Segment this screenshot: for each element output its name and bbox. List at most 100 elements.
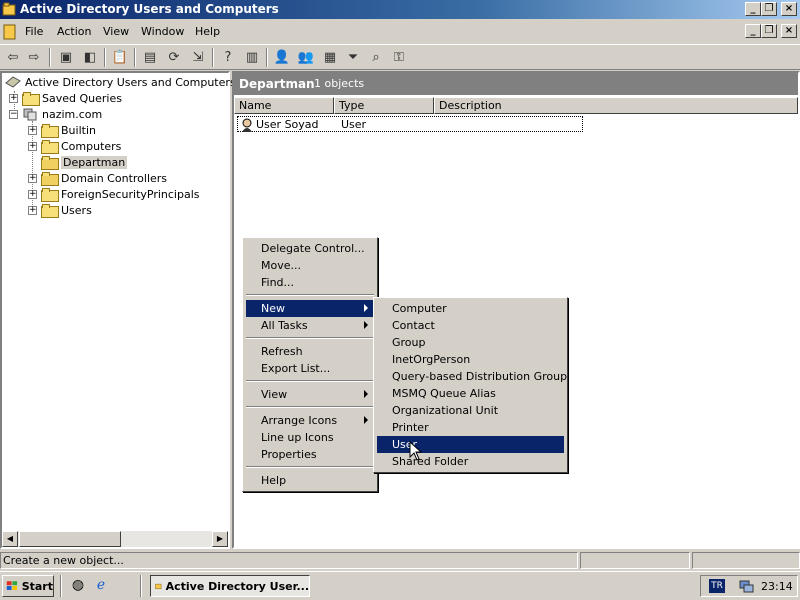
network-icon[interactable] bbox=[738, 578, 754, 594]
menu-file[interactable]: File bbox=[25, 25, 43, 38]
menu-item-delegate-control[interactable]: Delegate Control... bbox=[246, 240, 374, 257]
filter-icon[interactable]: ⏷ bbox=[343, 48, 363, 67]
taskbar-item-active-directory[interactable]: Active Directory User... bbox=[150, 575, 310, 597]
menu-item-properties[interactable]: Properties bbox=[246, 446, 374, 463]
tree-root[interactable]: Active Directory Users and Computers [sr… bbox=[5, 74, 260, 90]
minimize-button[interactable]: _ bbox=[745, 2, 761, 16]
menu-item-line-up-icons[interactable]: Line up Icons bbox=[246, 429, 374, 446]
show-desktop-icon[interactable]: ◍ bbox=[69, 577, 87, 595]
expand-icon[interactable]: + bbox=[28, 173, 37, 183]
status-panel bbox=[692, 552, 800, 569]
toolbar-separator bbox=[266, 48, 268, 67]
refresh-icon[interactable]: ⟳ bbox=[164, 48, 184, 67]
window-titlebar[interactable]: Active Directory Users and Computers _ ❐… bbox=[0, 0, 800, 19]
start-button[interactable]: Start bbox=[2, 575, 54, 597]
expand-icon[interactable]: + bbox=[28, 125, 37, 135]
tree-item-computers[interactable]: + Computers bbox=[28, 138, 121, 154]
language-indicator[interactable]: TR bbox=[709, 579, 725, 593]
tree-item-label: Departman bbox=[61, 155, 128, 169]
submenu-item-organizational-unit[interactable]: Organizational Unit bbox=[377, 402, 564, 419]
child-minimize-button[interactable]: _ bbox=[745, 24, 761, 38]
close-button[interactable]: × bbox=[781, 2, 797, 16]
child-restore-button[interactable]: ❐ bbox=[761, 24, 777, 38]
app-folder-icon bbox=[2, 2, 16, 16]
submenu-item-computer[interactable]: Computer bbox=[377, 300, 564, 317]
scroll-left-icon[interactable]: ◀ bbox=[2, 531, 18, 547]
taskbar: Start ◍ ℯ Active Directory User... TR 23… bbox=[0, 571, 800, 600]
submenu-item-user[interactable]: User bbox=[377, 436, 564, 453]
show-tree-icon[interactable]: ◧ bbox=[80, 48, 100, 67]
tree-item-departman[interactable]: Departman bbox=[41, 154, 128, 170]
taskbar-separator bbox=[60, 575, 62, 597]
submenu-arrow-icon bbox=[364, 416, 368, 424]
paste-icon[interactable]: 📋 bbox=[110, 48, 130, 67]
submenu-item-contact[interactable]: Contact bbox=[377, 317, 564, 334]
menu-item-help[interactable]: Help bbox=[246, 472, 374, 489]
submenu-arrow-icon bbox=[364, 390, 368, 398]
menu-item-all-tasks[interactable]: All Tasks bbox=[246, 317, 374, 334]
new-group-icon[interactable]: 👥 bbox=[296, 48, 316, 67]
tree-item-domain[interactable]: − nazim.com bbox=[9, 106, 102, 122]
details-header-title: Departman bbox=[239, 77, 315, 91]
expand-icon[interactable]: + bbox=[9, 93, 18, 103]
clock[interactable]: 23:14 bbox=[761, 580, 793, 593]
menu-item-arrange-icons[interactable]: Arrange Icons bbox=[246, 412, 374, 429]
new-user-icon[interactable]: 👤 bbox=[272, 48, 292, 67]
menu-item-move[interactable]: Move... bbox=[246, 257, 374, 274]
export-icon[interactable]: ⇲ bbox=[188, 48, 208, 67]
expand-icon[interactable]: + bbox=[28, 141, 37, 151]
scroll-right-icon[interactable]: ▶ bbox=[212, 531, 228, 547]
submenu-arrow-icon bbox=[364, 304, 368, 312]
back-icon[interactable]: ⇦ bbox=[3, 48, 23, 67]
menu-item-export-list[interactable]: Export List... bbox=[246, 360, 374, 377]
scroll-thumb[interactable] bbox=[19, 531, 121, 547]
menu-item-new[interactable]: New bbox=[246, 300, 374, 317]
mouse-cursor-icon bbox=[409, 441, 423, 461]
delegate-icon[interactable]: ⚿ bbox=[389, 48, 409, 67]
internet-explorer-icon[interactable]: ℯ bbox=[92, 577, 110, 595]
submenu-item-msmq-queue-alias[interactable]: MSMQ Queue Alias bbox=[377, 385, 564, 402]
tree-item-foreign-security-principals[interactable]: + ForeignSecurityPrincipals bbox=[28, 186, 200, 202]
child-close-button[interactable]: × bbox=[781, 24, 797, 38]
forward-icon[interactable]: ⇨ bbox=[24, 48, 44, 67]
menu-help[interactable]: Help bbox=[195, 25, 220, 38]
tree-item-label: ForeignSecurityPrincipals bbox=[61, 187, 200, 201]
maximize-button[interactable]: ❐ bbox=[761, 2, 777, 16]
submenu-item-shared-folder[interactable]: Shared Folder bbox=[377, 453, 564, 470]
windows-logo-icon bbox=[6, 581, 18, 590]
expand-icon[interactable]: + bbox=[28, 189, 37, 199]
menu-view[interactable]: View bbox=[103, 25, 129, 38]
submenu-item-inetorgperson[interactable]: InetOrgPerson bbox=[377, 351, 564, 368]
column-header-type[interactable]: Type bbox=[334, 97, 434, 114]
horizontal-scrollbar[interactable]: ◀ ▶ bbox=[2, 531, 228, 547]
column-header-name[interactable]: Name bbox=[234, 97, 334, 114]
expand-icon[interactable]: + bbox=[28, 205, 37, 215]
tree-item-builtin[interactable]: + Builtin bbox=[28, 122, 96, 138]
menu-window[interactable]: Window bbox=[141, 25, 184, 38]
tree-item-label: Saved Queries bbox=[42, 91, 122, 105]
up-folder-icon[interactable]: ▣ bbox=[56, 48, 76, 67]
help-icon[interactable]: ? bbox=[218, 48, 238, 67]
context-menu: Delegate Control... Move... Find... New … bbox=[242, 237, 378, 492]
collapse-icon[interactable]: − bbox=[9, 109, 18, 119]
new-submenu: Computer Contact Group InetOrgPerson Que… bbox=[373, 297, 568, 473]
new-ou-icon[interactable]: ▦ bbox=[320, 48, 340, 67]
submenu-item-group[interactable]: Group bbox=[377, 334, 564, 351]
submenu-item-query-based-distribution-group[interactable]: Query-based Distribution Group bbox=[377, 368, 567, 385]
menu-item-view[interactable]: View bbox=[246, 386, 374, 403]
menu-item-refresh[interactable]: Refresh bbox=[246, 343, 374, 360]
toolbar-separator bbox=[104, 48, 106, 67]
tree-pane[interactable]: Active Directory Users and Computers [sr… bbox=[0, 71, 260, 549]
find-icon[interactable]: ⌕ bbox=[366, 48, 386, 67]
console-icon[interactable]: ▥ bbox=[242, 48, 262, 67]
menu-action[interactable]: Action bbox=[57, 25, 91, 38]
tree-item-domain-controllers[interactable]: + Domain Controllers bbox=[28, 170, 167, 186]
tree-item-users[interactable]: + Users bbox=[28, 202, 92, 218]
submenu-item-printer[interactable]: Printer bbox=[377, 419, 564, 436]
tree-item-saved-queries[interactable]: + Saved Queries bbox=[9, 90, 122, 106]
window-title: Active Directory Users and Computers bbox=[20, 2, 279, 16]
column-header-description[interactable]: Description bbox=[434, 97, 798, 114]
table-row[interactable]: User Soyad User bbox=[237, 116, 583, 132]
properties-icon[interactable]: ▤ bbox=[140, 48, 160, 67]
menu-item-find[interactable]: Find... bbox=[246, 274, 374, 291]
